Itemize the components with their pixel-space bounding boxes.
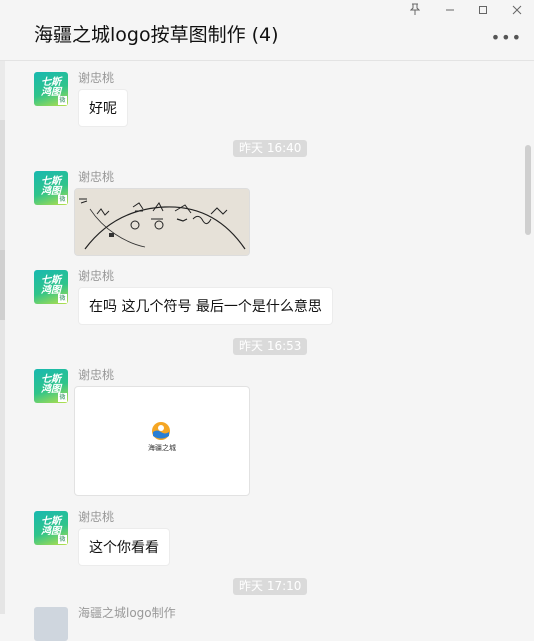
timestamp-pill: 昨天 17:10 xyxy=(233,578,308,595)
timestamp-pill: 昨天 16:53 xyxy=(233,338,308,355)
sender-name: 谢忠桃 xyxy=(78,269,115,283)
avatar[interactable]: 七斯 鸿图 微 xyxy=(34,369,68,403)
minimize-icon[interactable] xyxy=(441,2,459,20)
chat-title: 海疆之城logo按草图制作 (4) xyxy=(34,24,279,46)
chat-header: 海疆之城logo按草图制作 (4) ••• xyxy=(0,0,534,61)
message-bubble[interactable]: 好呢 xyxy=(78,89,128,127)
sender-name: 海疆之城logo制作 xyxy=(78,606,176,620)
avatar[interactable]: 七斯 鸿图 微 xyxy=(34,72,68,106)
avatar[interactable]: 七斯 鸿图 微 xyxy=(34,511,68,545)
sender-name: 谢忠桃 xyxy=(78,368,115,382)
message-bubble[interactable]: 在吗 这几个符号 最后一个是什么意思 xyxy=(78,287,333,325)
sender-name: 谢忠桃 xyxy=(78,510,115,524)
avatar[interactable]: 七斯 鸿图 微 xyxy=(34,270,68,304)
logo-image-card[interactable]: 海疆之城 xyxy=(74,386,250,496)
sender-name: 谢忠桃 xyxy=(78,170,115,184)
logo-icon xyxy=(152,422,170,440)
timestamp-pill: 昨天 16:40 xyxy=(233,140,308,157)
maximize-icon[interactable] xyxy=(474,2,492,20)
avatar[interactable] xyxy=(34,607,68,641)
close-icon[interactable] xyxy=(508,2,526,20)
left-panel-edge xyxy=(0,0,5,614)
scrollbar[interactable] xyxy=(525,145,531,235)
sender-name: 谢忠桃 xyxy=(78,71,115,85)
pin-icon[interactable] xyxy=(406,2,424,20)
sketch-image[interactable] xyxy=(74,188,250,256)
message-bubble[interactable]: 这个你看看 xyxy=(78,528,170,566)
logo-caption: 海疆之城 xyxy=(148,444,176,452)
avatar[interactable]: 七斯 鸿图 微 xyxy=(34,171,68,205)
more-icon[interactable]: ••• xyxy=(491,28,522,47)
